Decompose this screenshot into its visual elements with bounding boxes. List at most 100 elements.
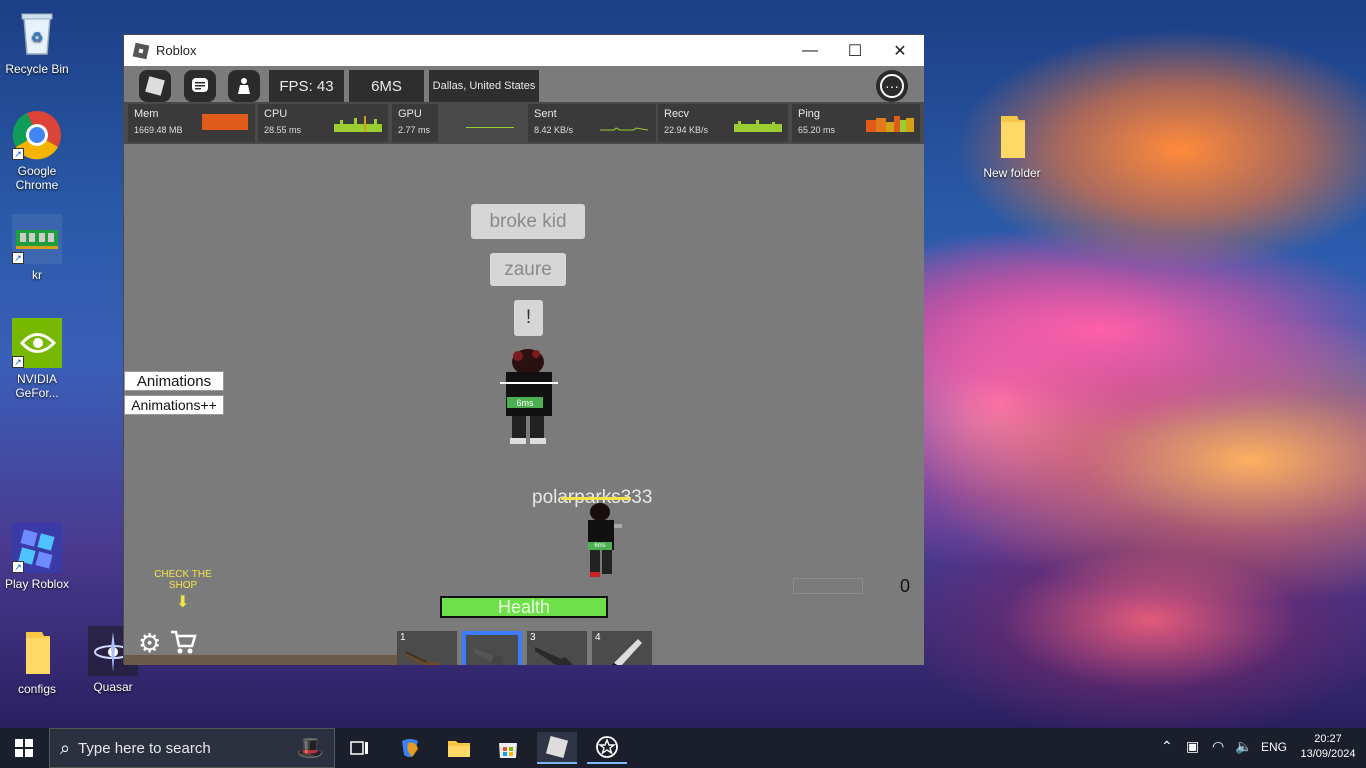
perf-recv[interactable]: Recv 22.94 KB/s bbox=[658, 104, 788, 142]
score-counter: 0 bbox=[900, 576, 911, 596]
perf-cpu-value: 28.55 ms bbox=[264, 125, 302, 135]
cpu-graph bbox=[334, 116, 382, 132]
desktop-icon-kr[interactable]: ↗ kr bbox=[4, 214, 70, 282]
hotbar-slot-3[interactable]: 3 bbox=[527, 631, 587, 665]
perf-sent[interactable]: Sent 8.42 KB/s bbox=[528, 104, 656, 142]
health-label: Health bbox=[497, 596, 551, 617]
start-button[interactable] bbox=[4, 732, 44, 764]
ram-icon: ↗ bbox=[12, 214, 62, 264]
roblox-menu-button[interactable] bbox=[139, 70, 171, 102]
chat-button[interactable] bbox=[184, 70, 216, 102]
perf-recv-value: 22.94 KB/s bbox=[664, 125, 709, 135]
volume-icon[interactable]: 🔈 bbox=[1235, 738, 1252, 755]
sent-graph bbox=[600, 127, 648, 131]
desktop-icon-label: configs bbox=[17, 682, 57, 696]
perf-cpu[interactable]: CPU 28.55 ms bbox=[258, 104, 388, 142]
perf-mem-label: Mem bbox=[134, 108, 159, 120]
perf-sent-label: Sent bbox=[534, 108, 557, 120]
clock-time: 20:27 bbox=[1314, 733, 1342, 745]
window-titlebar[interactable]: Roblox — ☐ ✕ bbox=[124, 35, 924, 66]
roblox-taskbar-button[interactable] bbox=[537, 732, 577, 764]
perf-recv-label: Recv bbox=[664, 108, 690, 120]
perf-gpu-value: 2.77 ms bbox=[398, 125, 431, 135]
svg-text:♻: ♻ bbox=[31, 29, 44, 45]
chat-bubble-exclaim: ! bbox=[514, 300, 543, 336]
ammo-indicator bbox=[793, 578, 863, 594]
game-viewport[interactable]: FPS: 43 6MS Dallas, United States ··· Me… bbox=[124, 66, 924, 665]
desktop-icon-label: Quasar bbox=[93, 680, 133, 694]
folder-icon bbox=[987, 112, 1037, 162]
chat-bubble-zaure: zaure bbox=[490, 253, 566, 286]
arrow-down-icon: ⬇ bbox=[176, 594, 190, 611]
desktop-icon-label: NVIDIA GeFor... bbox=[15, 372, 59, 400]
chrome-icon: ↗ bbox=[12, 110, 62, 160]
hotbar-slot-2[interactable] bbox=[462, 631, 522, 665]
desktop-icon-recycle-bin[interactable]: ♻ Recycle Bin bbox=[4, 8, 70, 76]
roblox-logo-icon bbox=[145, 76, 165, 96]
desktop-icon-play-roblox[interactable]: ↗ Play Roblox bbox=[4, 523, 70, 591]
taskbar: ⌕ Type here to search 🎩 ⌃ ▣ ◠ 🔈 ENG 20:2… bbox=[0, 728, 1366, 768]
desktop-icon-configs[interactable]: configs bbox=[4, 628, 70, 696]
gpu-graph bbox=[466, 127, 514, 128]
perf-gpu-graph bbox=[442, 104, 528, 142]
star-icon bbox=[596, 736, 618, 758]
copilot-icon bbox=[402, 739, 418, 757]
ping-graph bbox=[866, 116, 914, 132]
close-button[interactable]: ✕ bbox=[877, 35, 923, 66]
perf-gpu-label: GPU bbox=[398, 108, 422, 120]
maximize-button[interactable]: ☐ bbox=[832, 35, 878, 66]
desktop-icon-nvidia[interactable]: ↗ NVIDIA GeFor... bbox=[4, 318, 70, 400]
chat-bubble-broke-kid: broke kid bbox=[471, 204, 585, 239]
search-box[interactable]: ⌕ Type here to search 🎩 bbox=[49, 728, 335, 768]
perf-gpu[interactable]: GPU 2.77 ms bbox=[392, 104, 438, 142]
shop-cart-icon[interactable] bbox=[169, 628, 197, 656]
windows-logo-icon bbox=[15, 739, 33, 757]
perf-ping-label: Ping bbox=[798, 108, 821, 120]
language-indicator[interactable]: ENG bbox=[1261, 740, 1287, 754]
ms-display: 6MS bbox=[349, 70, 424, 102]
search-icon: ⌕ bbox=[60, 737, 71, 758]
knife-icon bbox=[612, 639, 642, 665]
perf-mem[interactable]: Mem 1669.48 MB bbox=[128, 104, 255, 142]
performance-stats-bar: Mem 1669.48 MB CPU 28.55 ms GPU 2.77 ms bbox=[124, 102, 924, 144]
hotbar-slot-1[interactable]: 1 bbox=[397, 631, 457, 665]
recycle-bin-icon: ♻ bbox=[12, 8, 62, 58]
desktop-icon-label: New folder bbox=[983, 166, 1041, 180]
roblox-window: Roblox — ☐ ✕ FPS: 43 6MS Dallas, United … bbox=[123, 34, 924, 665]
nvidia-icon: ↗ bbox=[12, 318, 62, 368]
copilot-button[interactable] bbox=[390, 732, 430, 764]
quasar-taskbar-button[interactable] bbox=[587, 732, 627, 764]
task-view-icon bbox=[350, 741, 368, 755]
security-icon[interactable]: ▣ bbox=[1186, 738, 1199, 755]
minimize-button[interactable]: — bbox=[787, 35, 833, 66]
animations-plus-button[interactable]: Animations++ bbox=[124, 395, 224, 415]
player-nametag-health bbox=[561, 497, 631, 500]
search-highlight-icon: 🎩 bbox=[296, 735, 324, 760]
clock[interactable]: 20:27 13/09/2024 bbox=[1296, 732, 1360, 762]
perf-ping-value: 65.20 ms bbox=[798, 125, 836, 135]
avatar-emote-button[interactable] bbox=[228, 70, 260, 102]
recv-graph bbox=[734, 120, 782, 132]
shotgun-icon bbox=[535, 647, 573, 665]
hotbar-slot-4[interactable]: 4 bbox=[592, 631, 652, 665]
microsoft-store-button[interactable] bbox=[488, 732, 528, 764]
desktop-icon-chrome[interactable]: ↗ Google Chrome bbox=[4, 110, 70, 192]
more-options-button[interactable]: ··· bbox=[876, 70, 908, 102]
wifi-icon[interactable]: ◠ bbox=[1212, 738, 1224, 755]
desktop-icon-new-folder[interactable]: New folder bbox=[979, 112, 1045, 180]
health-bar: Health bbox=[440, 596, 608, 618]
perf-ping[interactable]: Ping 65.20 ms bbox=[792, 104, 920, 142]
server-location: Dallas, United States bbox=[429, 70, 539, 102]
player-ms-tag: 6ms bbox=[507, 397, 543, 408]
chat-icon bbox=[192, 78, 208, 92]
task-view-button[interactable] bbox=[340, 732, 380, 764]
revolver-icon bbox=[473, 648, 503, 665]
file-explorer-button[interactable] bbox=[439, 732, 479, 764]
animations-button[interactable]: Animations bbox=[124, 371, 224, 391]
roblox-studio-icon: ↗ bbox=[12, 523, 62, 573]
chevron-up-icon[interactable]: ⌃ bbox=[1161, 738, 1173, 755]
search-placeholder: Type here to search bbox=[78, 739, 211, 757]
perf-sent-value: 8.42 KB/s bbox=[534, 125, 574, 135]
avatar-icon bbox=[238, 78, 250, 94]
desktop-icon-label: kr bbox=[32, 268, 42, 282]
